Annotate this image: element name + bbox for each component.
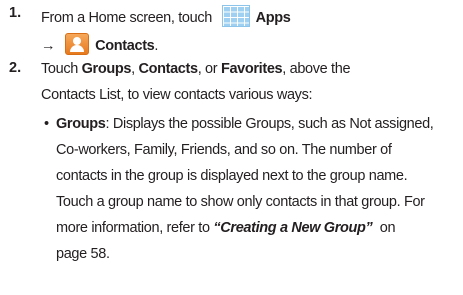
favorites-term: Favorites [220,61,283,77]
step-1-period: . [154,38,159,54]
step-2-line-2: Contacts List, to view contacts various … [41,87,313,103]
contacts-label: Contacts [95,38,155,54]
contacts-person-icon [65,33,90,55]
creating-group-link[interactable]: “Creating a New Group” [213,220,372,236]
step-1-line-2: → Contacts. [41,33,158,55]
bullet-line-1-text: : Displays the possible Groups, such as … [105,116,434,132]
step-2-number: 2. [9,60,22,76]
bullet-marker: • [44,116,49,132]
contacts-term: Contacts [138,61,198,77]
bullet-groups-term: Groups [56,116,106,132]
touch-text: Touch [41,61,82,77]
or-text: , or [197,61,221,77]
bullet-line-3: contacts in the group is displayed next … [56,168,408,184]
apps-grid-icon [221,5,250,27]
bullet-line-4: Touch a group name to show only contacts… [56,194,425,210]
step-1-line-1: From a Home screen, touch Apps [41,5,291,27]
on-text: on [372,220,396,236]
bullet-line-6: page 58. [56,246,110,262]
arrow-icon: → [41,38,56,54]
step-1-number: 1. [9,5,22,21]
step-2-rest-text: , above the [282,61,351,77]
bullet-line-2: Co-workers, Family, Friends, and so on. … [56,142,392,158]
refer-text: more information, refer to [56,220,214,236]
bullet-line-1: Groups: Displays the possible Groups, su… [56,115,434,133]
groups-term: Groups [81,61,132,77]
bullet-line-5: more information, refer to “Creating a N… [56,219,396,237]
step-2-line-1: Touch Groups, Contacts, or Favorites, ab… [41,60,351,78]
apps-label: Apps [255,10,291,26]
step-1-text: From a Home screen, touch [41,10,212,26]
